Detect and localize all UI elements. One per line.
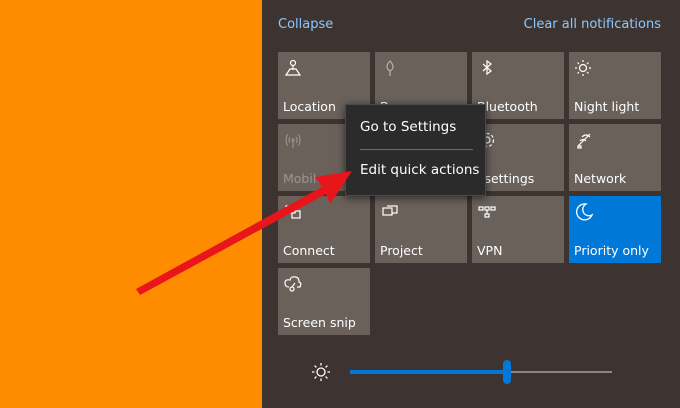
- tile-project[interactable]: Project: [375, 196, 467, 263]
- network-icon: [574, 130, 594, 150]
- orange-background: [0, 0, 262, 408]
- tile-label: Bluetooth: [477, 99, 538, 114]
- brightness-slider-track-rest: [507, 371, 612, 373]
- location-icon: [283, 58, 303, 78]
- menu-separator: [360, 149, 473, 150]
- tile-label: VPN: [477, 243, 503, 258]
- tile-vpn[interactable]: VPN: [472, 196, 564, 263]
- tile-label: Screen snip: [283, 315, 356, 330]
- tile-screen-snip[interactable]: Screen snip: [278, 268, 370, 335]
- brightness-icon: [310, 361, 332, 383]
- tile-label: Night light: [574, 99, 640, 114]
- menu-item-edit-quick-actions[interactable]: Edit quick actions: [360, 162, 479, 178]
- tile-label: Priority only: [574, 243, 649, 258]
- brightness-slider[interactable]: [350, 360, 612, 384]
- night-light-icon: [574, 58, 594, 78]
- screen-snip-icon: [283, 274, 303, 294]
- collapse-link[interactable]: Collapse: [278, 17, 333, 32]
- tile-label: Mobile: [283, 171, 325, 186]
- connect-icon: [283, 202, 303, 222]
- clear-all-notifications-link[interactable]: Clear all notifications: [524, 17, 661, 32]
- mobile-hotspot-icon: [283, 130, 303, 150]
- tile-night-light[interactable]: Night light: [569, 52, 661, 119]
- menu-item-go-to-settings[interactable]: Go to Settings: [360, 119, 456, 135]
- tile-network[interactable]: Network: [569, 124, 661, 191]
- context-menu: Go to Settings Edit quick actions: [345, 104, 486, 196]
- brightness-slider-fill: [350, 370, 508, 374]
- moon-icon: [574, 202, 594, 222]
- tile-label: Network: [574, 171, 627, 186]
- battery-saver-icon: [380, 58, 400, 78]
- tile-connect[interactable]: Connect: [278, 196, 370, 263]
- brightness-slider-thumb[interactable]: [503, 360, 512, 384]
- bluetooth-icon: [477, 58, 497, 78]
- tile-label: Location: [283, 99, 336, 114]
- tile-label: Project: [380, 243, 423, 258]
- tile-priority-only[interactable]: Priority only: [569, 196, 661, 263]
- project-icon: [380, 202, 400, 222]
- vpn-icon: [477, 202, 497, 222]
- tile-label: Connect: [283, 243, 335, 258]
